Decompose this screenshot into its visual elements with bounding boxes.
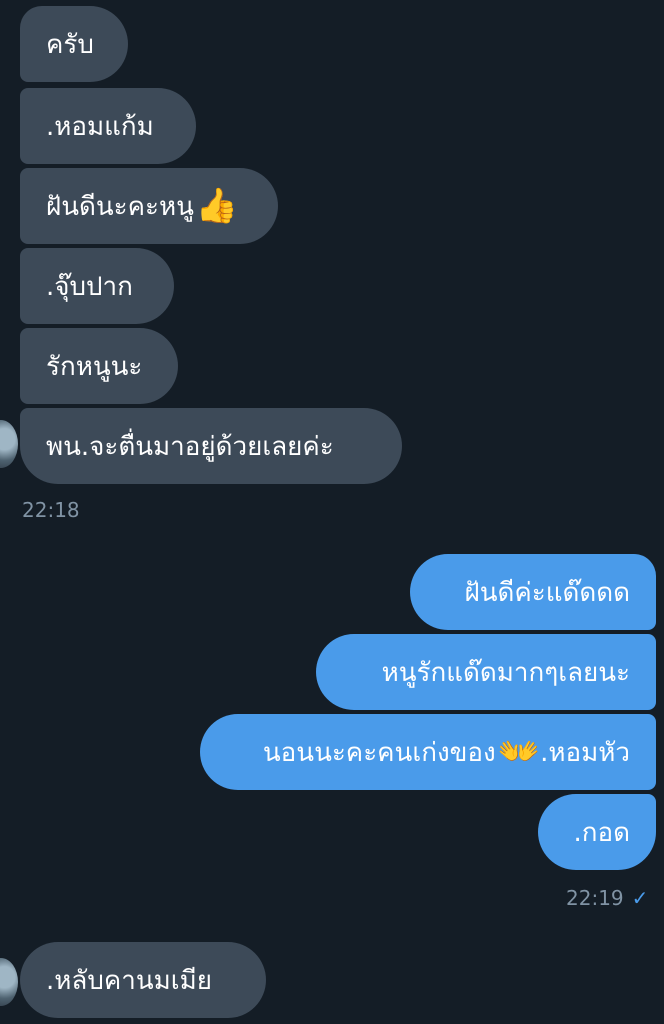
incoming-message[interactable]: ครับ bbox=[20, 6, 128, 82]
thumbs-up-emoji-icon: 👍 bbox=[195, 186, 239, 226]
outgoing-message[interactable]: หนูรักแด๊ดมากๆเลยนะ bbox=[316, 634, 656, 710]
message-text: .หอมหัว bbox=[540, 737, 630, 768]
message-meta: 22:19 ✓ bbox=[566, 886, 648, 910]
incoming-message[interactable]: พน.จะตื่นมาอยู่ด้วยเลยค่ะ bbox=[20, 408, 402, 484]
incoming-message[interactable]: .หอมแก้ม bbox=[20, 88, 196, 164]
message-text: ครับ bbox=[46, 29, 94, 60]
message-timestamp: 22:18 bbox=[22, 498, 80, 522]
incoming-message[interactable]: .หลับคานมเมีย bbox=[20, 942, 266, 1018]
outgoing-message[interactable]: นอนนะคะคนเก่งของ 👐 .หอมหัว bbox=[200, 714, 656, 790]
message-text: .หลับคานมเมีย bbox=[46, 965, 213, 996]
incoming-message[interactable]: .จุ๊บปาก bbox=[20, 248, 174, 324]
incoming-message[interactable]: ฝันดีนะคะหนู 👍 bbox=[20, 168, 278, 244]
outgoing-message[interactable]: .กอด bbox=[538, 794, 656, 870]
message-text: .จุ๊บปาก bbox=[46, 271, 133, 302]
message-text: นอนนะคะคนเก่งของ bbox=[262, 737, 496, 768]
message-text: รักหนูนะ bbox=[46, 351, 143, 382]
message-text: หนูรักแด๊ดมากๆเลยนะ bbox=[381, 657, 630, 688]
message-text: .หอมแก้ม bbox=[46, 111, 154, 142]
message-text: ฝันดีค่ะแด๊ดดด bbox=[464, 577, 630, 608]
incoming-message[interactable]: รักหนูนะ bbox=[20, 328, 178, 404]
open-hands-emoji-icon: 👐 bbox=[497, 732, 541, 772]
message-timestamp: 22:19 bbox=[566, 886, 624, 910]
check-icon: ✓ bbox=[631, 886, 649, 910]
sender-avatar[interactable] bbox=[0, 958, 18, 1006]
message-text: .กอด bbox=[573, 817, 630, 848]
sender-avatar[interactable] bbox=[0, 420, 18, 468]
message-text: ฝันดีนะคะหนู bbox=[46, 191, 194, 222]
chat-thread[interactable]: ครับ .หอมแก้ม ฝันดีนะคะหนู 👍 .จุ๊บปาก รั… bbox=[0, 0, 664, 1024]
outgoing-message[interactable]: ฝันดีค่ะแด๊ดดด bbox=[410, 554, 656, 630]
message-text: พน.จะตื่นมาอยู่ด้วยเลยค่ะ bbox=[46, 431, 334, 462]
